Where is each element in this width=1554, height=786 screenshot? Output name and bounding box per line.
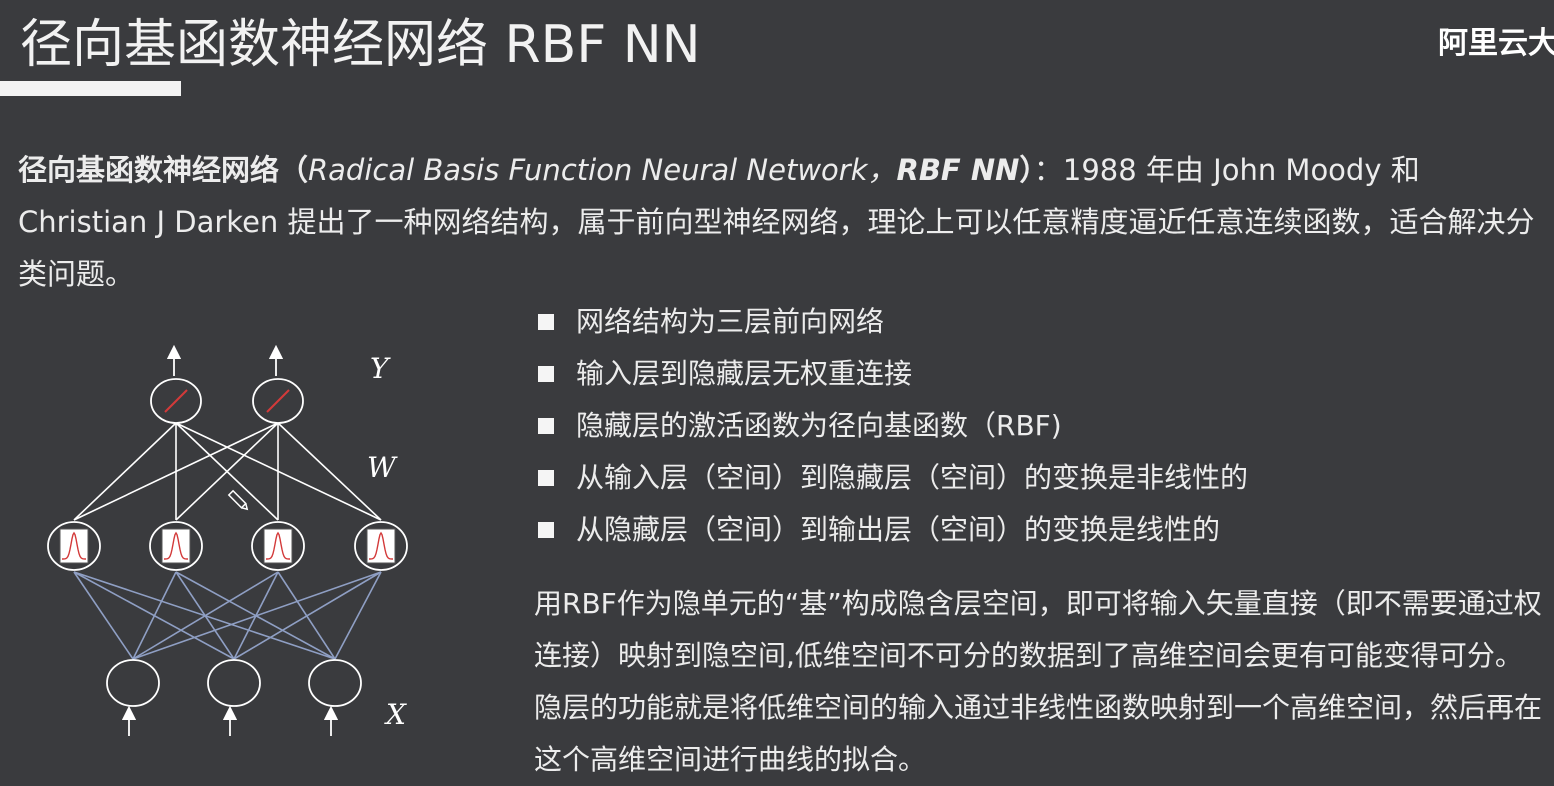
bullet-text: 输入层到隐藏层无权重连接 [576,357,913,390]
intro-term-cn: 径向基函数神经网络（ [18,153,309,187]
hidden-to-output-edges [73,422,382,521]
bullet-square-icon [538,470,554,486]
hidden-rbf-node [149,521,203,571]
explanation-paragraph: 用RBF作为隐单元的“基”构成隐含层空间，即可将输入矢量直接（即不需要通过权连接… [534,587,1543,776]
pencil-cursor-icon [227,489,249,511]
bullet-text: 网络结构为三层前向网络 [576,305,885,338]
hidden-rbf-node [354,521,408,571]
input-to-hidden-edges [73,571,382,660]
bullet-square-icon [538,522,554,538]
bullet-square-icon [538,366,554,382]
intro-term-abbr: RBF NN [896,153,1020,187]
weights-label: W [367,451,398,484]
input-hidden-edge [73,571,336,660]
page-title: 径向基函数神经网络 RBF NN [20,15,701,75]
title-underline-bar [0,81,181,96]
list-item: 从隐藏层（空间）到输出层（空间）的变换是线性的 [538,504,1248,556]
rbf-network-diagram: Y W X [40,330,440,754]
output-linear-node [252,378,304,424]
intro-paragraph: 径向基函数神经网络（Radical Basis Function Neural … [18,144,1538,300]
input-node [106,659,160,707]
output-layer-label: Y [370,352,391,385]
bullet-text: 隐藏层的激活函数为径向基函数（RBF) [576,409,1062,442]
list-item: 输入层到隐藏层无权重连接 [538,348,1248,400]
bullet-list: 网络结构为三层前向网络 输入层到隐藏层无权重连接 隐藏层的激活函数为径向基函数（… [538,296,1248,556]
brand-watermark: 阿里云大 [1438,26,1554,61]
input-node [308,659,362,707]
network-nodes [47,378,408,707]
bullet-text: 从隐藏层（空间）到输出层（空间）的变换是线性的 [576,513,1221,546]
list-item: 从输入层（空间）到隐藏层（空间）的变换是非线性的 [538,452,1248,504]
bullet-text: 从输入层（空间）到隐藏层（空间）的变换是非线性的 [576,461,1249,494]
bullet-square-icon [538,418,554,434]
list-item: 隐藏层的激活函数为径向基函数（RBF) [538,400,1248,452]
bullet-square-icon [538,314,554,330]
hidden-rbf-node [47,521,101,571]
intro-term-en: Radical Basis Function Neural Network， [308,153,897,187]
output-linear-node [150,378,202,424]
input-hidden-edge [277,571,336,660]
hidden-output-edge [277,422,382,521]
input-layer-label: X [384,698,407,731]
input-node [207,659,261,707]
list-item: 网络结构为三层前向网络 [538,296,1248,348]
input-hidden-edge [73,571,134,660]
hidden-output-edge [73,422,177,521]
intro-term-close: ） [1019,153,1034,187]
hidden-rbf-node [251,521,305,571]
